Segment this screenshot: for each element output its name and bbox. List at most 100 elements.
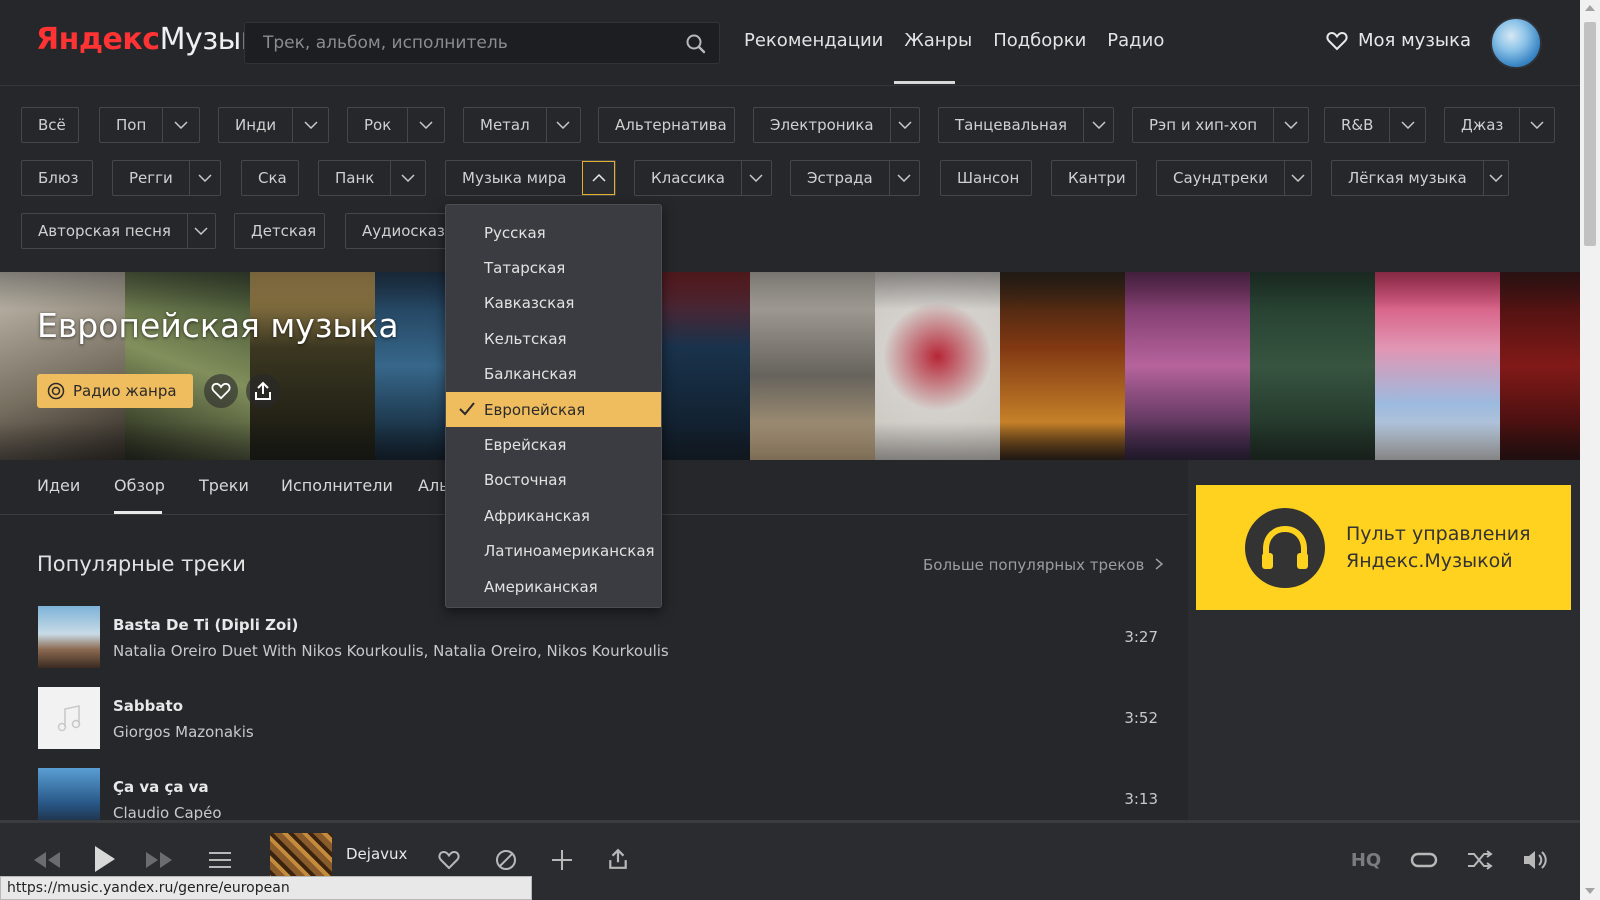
play-button[interactable]: [88, 841, 122, 877]
logo[interactable]: ЯндексМузыка: [36, 22, 277, 57]
chevron-down-icon[interactable]: [889, 108, 919, 142]
chevron-down-icon[interactable]: [162, 108, 199, 142]
nav-recommendations[interactable]: Рекомендации: [744, 30, 883, 51]
add-to-playlist-button[interactable]: [547, 845, 577, 875]
my-music-link[interactable]: Моя музыка: [1326, 30, 1471, 51]
tab-overview[interactable]: Обзор: [114, 476, 165, 495]
genre-chip-kids[interactable]: Детская: [234, 213, 325, 249]
chevron-down-icon[interactable]: [1273, 108, 1308, 142]
scroll-up-arrow-icon[interactable]: [1585, 5, 1595, 11]
dropdown-item-tatar[interactable]: Татарская: [446, 250, 661, 285]
chevron-down-icon[interactable]: [1519, 108, 1554, 142]
dropdown-item-latin[interactable]: Латиноамериканская: [446, 534, 661, 569]
tab-tracks[interactable]: Треки: [199, 476, 249, 495]
share-button[interactable]: [246, 374, 280, 408]
playlist-button[interactable]: [206, 847, 234, 873]
genre-chip-indie[interactable]: Инди: [218, 107, 329, 143]
tab-ideas[interactable]: Идеи: [37, 476, 80, 495]
genre-chip-rnb[interactable]: R&B: [1324, 107, 1426, 143]
play-icon: [95, 846, 115, 872]
genre-chip-bard[interactable]: Авторская песня: [21, 213, 216, 249]
tab-artists[interactable]: Исполнители: [281, 476, 393, 495]
genre-chip-alternative[interactable]: Альтернатива: [598, 107, 735, 143]
chevron-down-icon[interactable]: [1389, 108, 1425, 142]
volume-button[interactable]: [1520, 845, 1552, 875]
track-title[interactable]: Basta De Ti (Dipli Zoi): [113, 616, 298, 634]
scroll-thumb[interactable]: [1584, 22, 1596, 246]
genre-chip-label: Поп: [116, 116, 147, 134]
track-duration: 3:52: [1124, 709, 1158, 727]
track-row[interactable]: Basta De Ti (Dipli Zoi) Natalia Oreiro D…: [38, 606, 1158, 670]
user-avatar[interactable]: [1490, 17, 1542, 69]
genre-chip-soundtracks[interactable]: Саундтреки: [1156, 160, 1312, 196]
repeat-button[interactable]: [1408, 845, 1440, 875]
genre-chip-punk[interactable]: Панк: [318, 160, 426, 196]
genre-chip-easy-listening[interactable]: Лёгкая музыка: [1331, 160, 1509, 196]
player-share-button[interactable]: [603, 843, 633, 875]
chevron-down-icon[interactable]: [888, 161, 919, 195]
genre-chip-pop[interactable]: Поп: [99, 107, 200, 143]
like-genre-button[interactable]: [204, 374, 238, 408]
genre-chip-estrada[interactable]: Эстрада: [790, 160, 920, 196]
dropdown-item-eastern[interactable]: Восточная: [446, 463, 661, 498]
genre-chip-rap[interactable]: Рэп и хип-хоп: [1132, 107, 1309, 143]
dropdown-item-jewish[interactable]: Еврейская: [446, 427, 661, 462]
genre-chip-country[interactable]: Кантри: [1051, 160, 1137, 196]
track-artist[interactable]: Giorgos Mazonakis: [113, 723, 254, 741]
genre-chip-all[interactable]: Всё: [21, 107, 79, 143]
remote-control-promo[interactable]: Пульт управления Яндекс.Музыкой: [1196, 485, 1571, 610]
chevron-down-icon[interactable]: [292, 108, 328, 142]
chevron-up-icon[interactable]: [582, 161, 615, 195]
dislike-button[interactable]: [491, 845, 521, 875]
genre-radio-button[interactable]: Радио жанра: [37, 374, 193, 408]
track-row[interactable]: Sabbato Giorgos Mazonakis 3:52: [38, 687, 1158, 751]
genre-chip-electronic[interactable]: Электроника: [753, 107, 920, 143]
chevron-down-icon[interactable]: [390, 161, 425, 195]
chevron-down-icon[interactable]: [740, 161, 771, 195]
chevron-down-icon[interactable]: [186, 214, 215, 248]
next-track-button[interactable]: [142, 845, 176, 875]
dropdown-item-balkan[interactable]: Балканская: [446, 357, 661, 392]
chevron-down-icon[interactable]: [1284, 161, 1311, 195]
dropdown-item-american[interactable]: Американская: [446, 569, 661, 604]
player-like-button[interactable]: [434, 845, 464, 875]
chevron-down-icon[interactable]: [545, 108, 580, 142]
nav-collections[interactable]: Подборки: [993, 30, 1086, 51]
chevron-down-icon[interactable]: [1083, 108, 1113, 142]
genre-chip-classical[interactable]: Классика: [634, 160, 772, 196]
page-scrollbar[interactable]: [1580, 0, 1600, 900]
chevron-down-icon[interactable]: [1482, 161, 1508, 195]
dropdown-item-european[interactable]: Европейская: [446, 391, 661, 428]
search-icon[interactable]: [685, 33, 707, 55]
genre-chip-dance[interactable]: Танцевальная: [938, 107, 1114, 143]
nav-radio[interactable]: Радио: [1107, 30, 1164, 51]
scroll-down-arrow-icon[interactable]: [1585, 888, 1595, 894]
chevron-down-icon[interactable]: [407, 108, 444, 142]
dropdown-item-caucasian[interactable]: Кавказская: [446, 286, 661, 321]
genre-chip-jazz[interactable]: Джаз: [1444, 107, 1555, 143]
dropdown-item-celtic[interactable]: Кельтская: [446, 321, 661, 356]
player-track-title[interactable]: Dejavux: [346, 845, 407, 863]
search-input[interactable]: [263, 32, 663, 54]
genre-chip-rock[interactable]: Рок: [347, 107, 445, 143]
genre-chip-world-music[interactable]: Музыка мира: [445, 160, 616, 196]
more-popular-tracks-link[interactable]: Больше популярных треков: [923, 556, 1164, 574]
genre-chip-blues[interactable]: Блюз: [21, 160, 93, 196]
hq-button[interactable]: HQ: [1346, 847, 1386, 873]
genre-chip-label: Блюз: [38, 169, 79, 187]
shuffle-button[interactable]: [1464, 845, 1496, 875]
track-title[interactable]: Ça va ça va: [113, 778, 209, 796]
dropdown-item-african[interactable]: Африканская: [446, 498, 661, 533]
genre-chip-reggae[interactable]: Регги: [112, 160, 221, 196]
heart-icon: [438, 850, 460, 870]
previous-track-button[interactable]: [30, 845, 64, 875]
genre-chip-ska[interactable]: Ска: [241, 160, 299, 196]
track-title[interactable]: Sabbato: [113, 697, 183, 715]
dropdown-item-russian[interactable]: Русская: [446, 215, 661, 250]
track-duration: 3:13: [1124, 790, 1158, 808]
track-artist[interactable]: Natalia Oreiro Duet With Nikos Kourkouli…: [113, 642, 669, 660]
nav-genres[interactable]: Жанры: [904, 30, 972, 51]
chevron-down-icon[interactable]: [188, 161, 220, 195]
genre-chip-metal[interactable]: Метал: [463, 107, 581, 143]
genre-chip-chanson[interactable]: Шансон: [940, 160, 1032, 196]
